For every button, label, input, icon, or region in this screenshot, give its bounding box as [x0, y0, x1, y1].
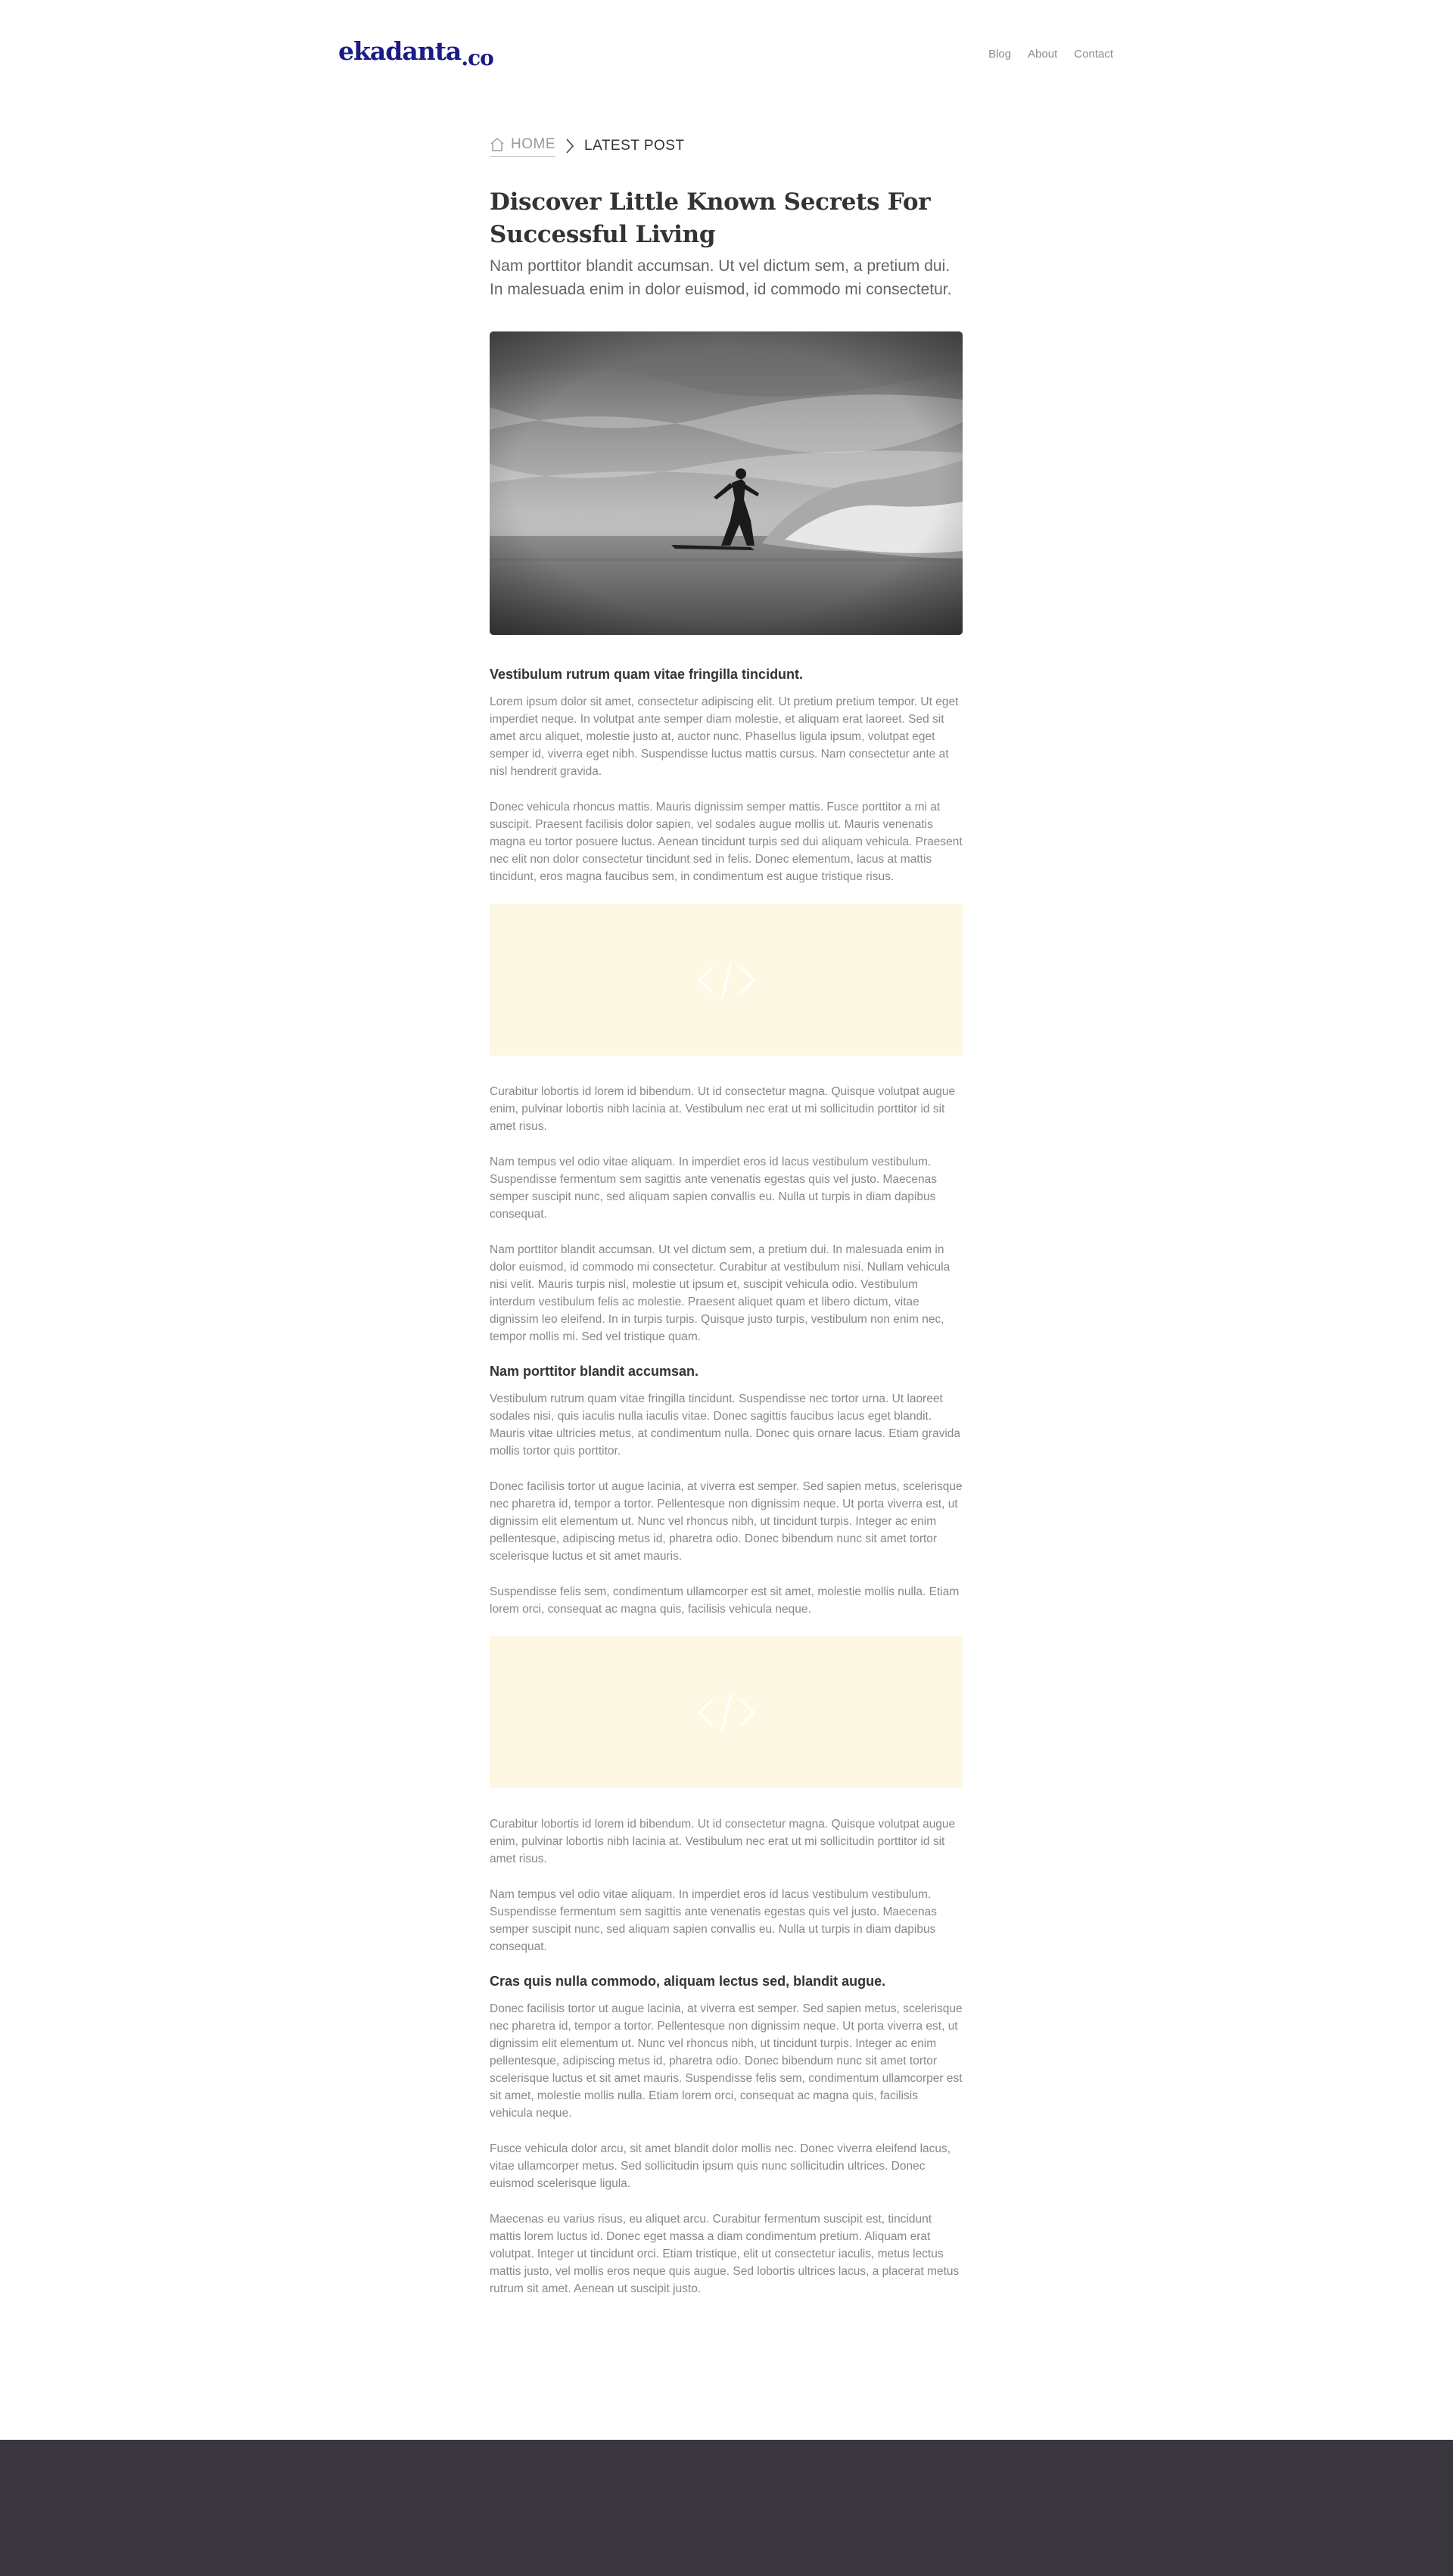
embed-placeholder [490, 904, 963, 1056]
logo-tld: .co [461, 45, 493, 70]
section-heading: Nam porttitor blandit accumsan. [490, 1364, 699, 1379]
site-footer [0, 2440, 1453, 2576]
post-lead: Nam porttitor blandit accumsan. Ut vel d… [490, 257, 952, 298]
site-header: ekadanta.co Blog About Contact [0, 0, 1453, 114]
paragraph: Curabitur lobortis id lorem id bibendum.… [490, 1085, 956, 1133]
paragraph: Nam tempus vel odio vitae aliquam. In im… [490, 1888, 938, 1953]
breadcrumb-home-label: HOME [511, 135, 555, 152]
breadcrumb-current: LATEST POST [584, 138, 685, 154]
section-heading: Vestibulum rutrum quam vitae fringilla t… [490, 667, 804, 682]
breadcrumb-home[interactable]: HOME [490, 136, 555, 157]
paragraph: Nam porttitor blandit accumsan. Ut vel d… [490, 1243, 951, 1343]
logo-main: ekadanta [338, 36, 462, 66]
paragraph: Maecenas eu varius risus, eu aliquet arc… [490, 2213, 960, 2295]
paragraph: Lorem ipsum dolor sit amet, consectetur … [490, 695, 959, 778]
breadcrumb: HOME LATEST POST [490, 135, 963, 157]
paragraph: Donec vehicula rhoncus mattis. Mauris di… [490, 801, 963, 883]
paragraph: Fusce vehicula dolor arcu, sit amet blan… [490, 2142, 951, 2190]
nav-link-about[interactable]: About [1028, 48, 1057, 61]
site-logo[interactable]: ekadanta.co [338, 36, 494, 70]
post-title: Discover Little Known Secrets For Succes… [490, 188, 931, 248]
paragraph: Curabitur lobortis id lorem id bibendum.… [490, 1818, 956, 1865]
paragraph: Donec facilisis tortor ut augue lacinia,… [490, 2002, 963, 2120]
article: HOME LATEST POST Discover Little Known S… [490, 135, 963, 2316]
nav-link-blog[interactable]: Blog [988, 48, 1011, 61]
surfer-photo [490, 331, 963, 635]
code-icon [697, 961, 755, 998]
paragraph: Vestibulum rutrum quam vitae fringilla t… [490, 1392, 960, 1458]
code-icon [697, 1694, 755, 1731]
nav-link-contact[interactable]: Contact [1074, 48, 1113, 61]
paragraph: Nam tempus vel odio vitae aliquam. In im… [490, 1156, 938, 1221]
embed-placeholder [490, 1636, 963, 1788]
main-nav: Blog About Contact [988, 48, 1113, 61]
chevron-right-icon [566, 138, 574, 154]
home-icon [490, 137, 504, 151]
paragraph: Donec facilisis tortor ut augue lacinia,… [490, 1480, 963, 1563]
paragraph: Suspendisse felis sem, condimentum ullam… [490, 1585, 960, 1616]
hero-image [490, 331, 963, 635]
section-heading: Cras quis nulla commodo, aliquam lectus … [490, 1974, 886, 1989]
